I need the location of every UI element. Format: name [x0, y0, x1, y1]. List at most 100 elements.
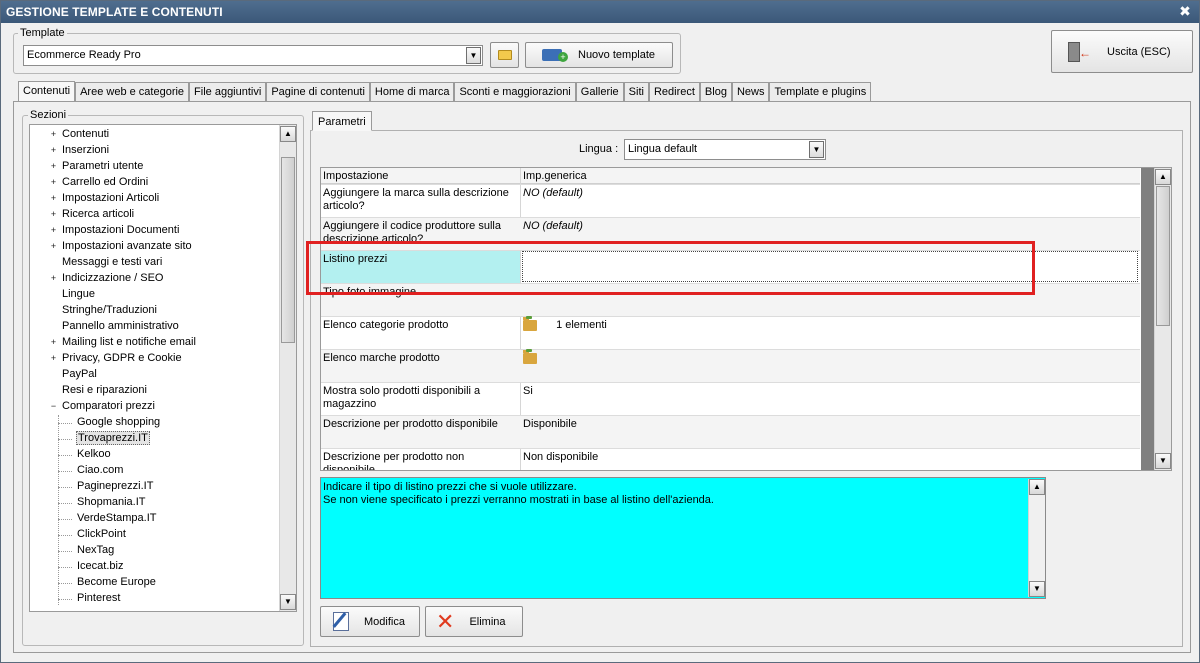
tree-item-label: Carrello ed Ordini — [62, 176, 149, 188]
tree-item-label: Google shopping — [77, 416, 161, 428]
expand-icon[interactable]: + — [49, 210, 58, 219]
sezioni-label: Sezioni — [28, 109, 69, 121]
tree-item-label: Parametri utente — [62, 160, 144, 172]
tree-item-label: Icecat.biz — [77, 560, 124, 572]
tab-template-plugins[interactable]: Template e plugins — [769, 82, 872, 102]
grid-header: Impostazione Imp.generica — [321, 168, 1140, 184]
row-value: Disponibile — [523, 418, 577, 430]
expand-icon[interactable]: + — [49, 194, 58, 203]
scroll-down-icon[interactable]: ▼ — [1155, 453, 1171, 469]
tree-guide-line — [58, 415, 59, 605]
tab-pagine-contenuti[interactable]: Pagine di contenuti — [266, 82, 370, 102]
modifica-button[interactable]: Modifica — [320, 606, 420, 637]
new-template-label: Nuovo template — [578, 49, 656, 61]
modifica-label: Modifica — [364, 615, 405, 628]
tree-scroll-thumb[interactable] — [281, 157, 295, 343]
description-line: Se non viene specificato i prezzi verran… — [323, 494, 714, 506]
description-scrollbar[interactable]: ▲ ▼ — [1028, 479, 1045, 597]
tree-item-label: Pannello amministrativo — [62, 320, 179, 332]
tree-branch-line — [58, 599, 72, 600]
tab-gallerie[interactable]: Gallerie — [575, 82, 624, 102]
chevron-down-icon[interactable]: ▼ — [809, 141, 824, 158]
delete-x-icon: ✕ — [436, 608, 455, 634]
tree-scrollbar[interactable]: ▲ ▼ — [279, 125, 296, 611]
grid-row[interactable]: Elenco marche prodotto — [321, 348, 1140, 382]
row-setting: Aggiungere la marca sulla descrizione ar… — [323, 187, 509, 212]
tab-news[interactable]: News — [731, 82, 770, 102]
exit-label: Uscita (ESC) — [1107, 45, 1171, 58]
tree-item-label: Impostazioni Articoli — [62, 192, 160, 204]
lingua-select[interactable]: Lingua default ▼ — [624, 139, 826, 160]
tree-branch-line — [58, 423, 72, 424]
template-select[interactable]: Ecommerce Ready Pro ▼ — [23, 45, 483, 66]
expand-icon[interactable]: + — [49, 146, 58, 155]
scroll-down-icon[interactable]: ▼ — [1029, 581, 1045, 597]
row-setting: Descrizione per prodotto non disponibile — [323, 451, 465, 471]
tab-parametri[interactable]: Parametri — [312, 111, 372, 131]
tree-item-label: PayPal — [62, 368, 97, 380]
tree-branch-line — [58, 583, 72, 584]
expand-icon[interactable]: + — [49, 242, 58, 251]
tab-blog[interactable]: Blog — [699, 82, 732, 102]
tree-item-label: Messaggi e testi vari — [62, 256, 163, 268]
tree-item-label: NexTag — [77, 544, 115, 556]
lingua-label: Lingua : — [579, 143, 619, 155]
main-tabs: Contenuti Aree web e categorie File aggi… — [18, 81, 872, 102]
expand-icon[interactable]: + — [49, 162, 58, 171]
settings-grid: Impostazione Imp.generica Aggiungere la … — [320, 167, 1172, 471]
expand-icon[interactable]: + — [49, 354, 58, 363]
grid-scroll-thumb[interactable] — [1156, 186, 1170, 326]
tab-sconti-maggiorazioni[interactable]: Sconti e maggiorazioni — [454, 82, 576, 102]
expand-icon[interactable]: + — [49, 178, 58, 187]
scroll-up-icon[interactable]: ▲ — [1029, 479, 1045, 495]
collapse-icon[interactable]: − — [49, 402, 58, 411]
tree-item-label: Ricerca articoli — [62, 208, 135, 220]
tree-item-label: Shopmania.IT — [77, 496, 146, 508]
edit-icon — [332, 612, 349, 631]
tree-item-label: Pinterest — [77, 592, 121, 604]
open-template-button[interactable] — [490, 42, 519, 68]
highlight-box — [306, 241, 1035, 295]
scroll-up-icon[interactable]: ▲ — [1155, 169, 1171, 185]
main-window: GESTIONE TEMPLATE E CONTENUTI ✖ Template… — [0, 0, 1200, 663]
tab-siti[interactable]: Siti — [623, 82, 649, 102]
scroll-up-icon[interactable]: ▲ — [280, 126, 296, 142]
tree-branch-line — [58, 487, 72, 488]
exit-button[interactable]: ← Uscita (ESC) — [1051, 30, 1193, 73]
elimina-button[interactable]: ✕ Elimina — [425, 606, 523, 637]
expand-icon[interactable]: + — [49, 338, 58, 347]
sezioni-tree[interactable]: + Contenuti + Inserzioni + Parametri utente + C… — [29, 124, 297, 612]
grid-row[interactable]: Descrizione per prodotto disponibile Dis… — [321, 415, 1140, 448]
tab-aree-web-categorie[interactable]: Aree web e categorie — [75, 82, 190, 102]
template-group-label: Template — [18, 27, 67, 39]
tree-item-label: Impostazioni Documenti — [62, 224, 180, 236]
new-template-button[interactable]: + Nuovo template — [525, 42, 673, 68]
tree-item-label: Trovaprezzi.IT — [76, 431, 150, 445]
tree-item-label: Kelkoo — [77, 448, 111, 460]
tab-redirect[interactable]: Redirect — [648, 82, 700, 102]
tree-branch-line — [58, 535, 72, 536]
close-icon[interactable]: ✖ — [1179, 3, 1191, 20]
folder-icon[interactable] — [523, 315, 537, 331]
chevron-down-icon[interactable]: ▼ — [466, 47, 481, 64]
grid-row[interactable]: Aggiungere la marca sulla descrizione ar… — [321, 184, 1140, 217]
tab-file-aggiuntivi[interactable]: File aggiuntivi — [189, 82, 267, 102]
tree-branch-line — [58, 439, 72, 440]
scroll-down-icon[interactable]: ▼ — [280, 594, 296, 610]
tab-contenuti[interactable]: Contenuti — [18, 81, 76, 102]
grid-scrollbar[interactable]: ▲ ▼ — [1154, 168, 1171, 470]
expand-icon[interactable]: + — [49, 274, 58, 283]
elimina-label: Elimina — [469, 615, 506, 628]
grid-row[interactable]: Elenco categorie prodotto 1 elementi — [321, 315, 1140, 349]
row-value: NO (default) — [523, 220, 583, 232]
expand-icon[interactable]: + — [49, 130, 58, 139]
grid-row[interactable]: Mostra solo prodotti disponibili a magaz… — [321, 382, 1140, 415]
grid-right-strip — [1141, 168, 1154, 470]
grid-row[interactable]: Descrizione per prodotto non disponibile… — [321, 448, 1140, 471]
tree-item-label: Lingue — [62, 288, 96, 300]
tab-home-di-marca[interactable]: Home di marca — [369, 82, 455, 102]
expand-icon[interactable]: + — [49, 226, 58, 235]
folder-icon[interactable] — [523, 348, 537, 364]
row-value: NO (default) — [523, 187, 583, 199]
tree-branch-line — [58, 503, 72, 504]
